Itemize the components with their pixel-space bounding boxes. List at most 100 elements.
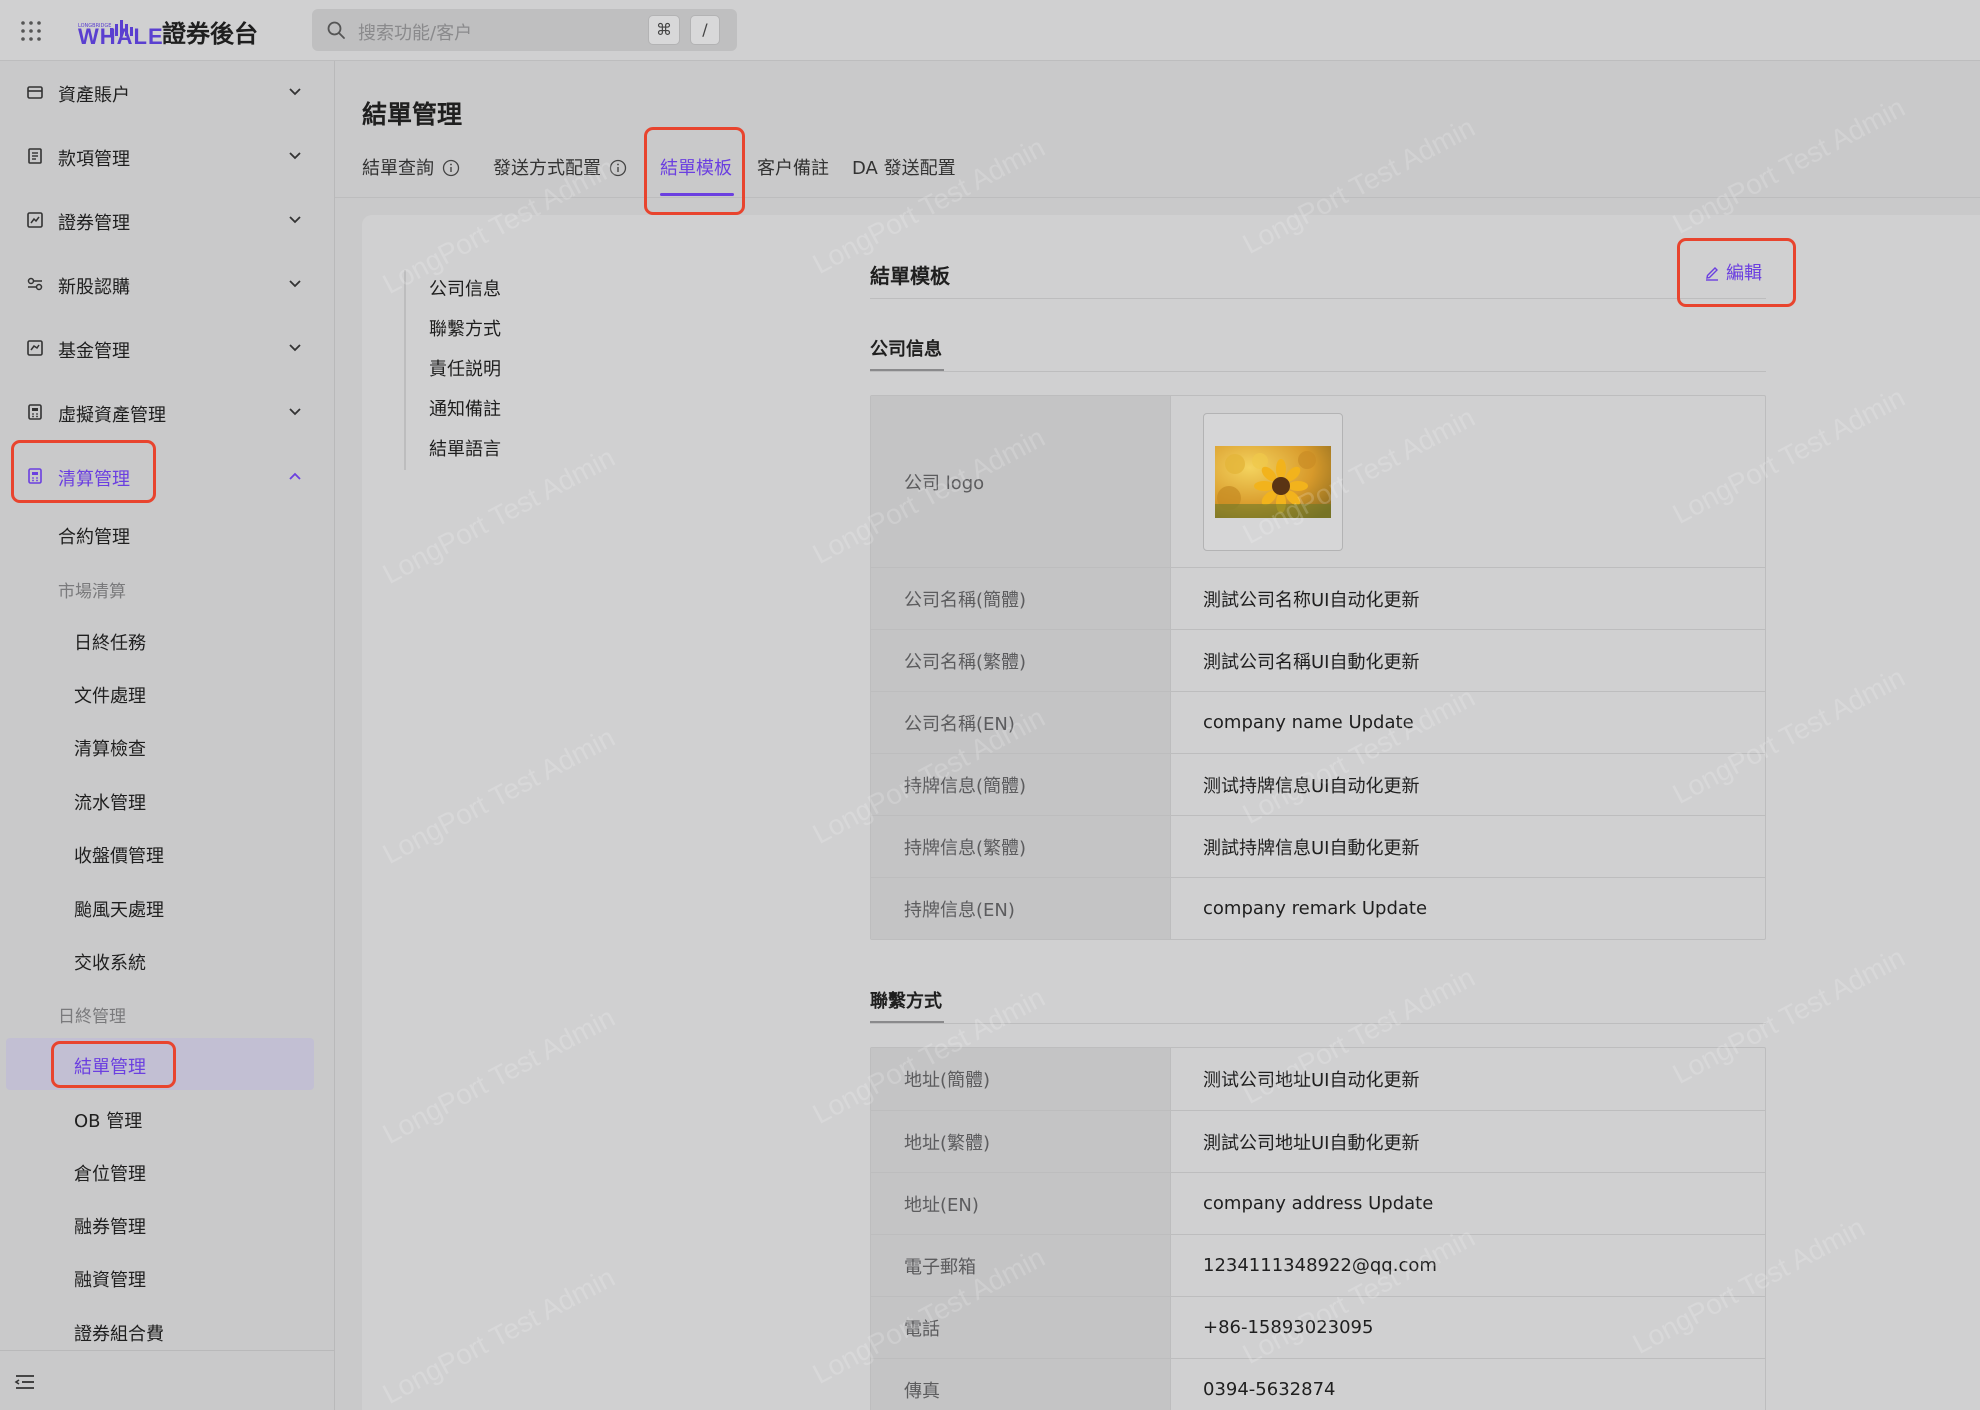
row-value: +86-15893023095 [1203,1317,1374,1338]
row-value: 测试持牌信息UI自动化更新 [1203,775,1420,797]
sidebar-divider [0,1350,335,1351]
sidebar-sub-clearing-check[interactable]: 清算檢查 [74,735,146,775]
highlight-box-edit [1677,238,1796,307]
table-row: 電子郵箱 1234111348922@qq.com [871,1234,1765,1296]
table-row: 持牌信息(簡體) 测试持牌信息UI自动化更新 [871,753,1765,815]
row-label: 持牌信息(EN) [871,878,1171,939]
tab-client-remarks[interactable]: 客户備註 [757,154,829,180]
sidebar-group-eod: 日終管理 [58,1007,126,1027]
apps-grid-icon[interactable] [20,20,42,42]
sidebar-sub-file-process[interactable]: 文件處理 [74,682,146,722]
tab-label: 發送方式配置 [493,158,601,179]
anchor-nav-rail [404,270,406,470]
anchor-responsibility[interactable]: 責任説明 [429,355,501,381]
search-placeholder: 搜索功能/客户 [358,23,473,44]
tab-da-send-config[interactable]: DA 發送配置 [852,154,956,180]
anchor-language[interactable]: 結單語言 [429,435,501,461]
table-row: 公司名稱(EN) company name Update [871,691,1765,753]
sidebar-item-fund-management[interactable]: 基金管理 [0,321,335,377]
sidebar-sub-portfolio-fee[interactable]: 證券組合費 [74,1320,164,1360]
info-icon[interactable] [609,159,627,177]
tab-statement-query[interactable]: 結單查詢 [362,154,460,180]
chevron-down-icon [289,408,301,416]
highlight-box-clearing [11,440,156,503]
sidebar-item-label: 資產賬户 [58,85,130,106]
sidebar-sub-eod-task[interactable]: 日終任務 [74,629,146,669]
sidebar-group-market-clearing: 市場清算 [58,582,126,602]
subsection-divider [870,371,1766,372]
company-logo-preview[interactable] [1203,412,1343,551]
app-title: 證券後台 [162,20,258,48]
chevron-down-icon [289,216,301,224]
sidebar-sub-position-manage[interactable]: 倉位管理 [74,1160,146,1200]
anchor-company-info[interactable]: 公司信息 [429,275,501,301]
sidebar-sub-sec-lending[interactable]: 融券管理 [74,1213,146,1253]
row-label: 地址(繁體) [871,1111,1171,1172]
table-row: 傳真 0394-5632874 [871,1358,1765,1410]
row-label: 地址(EN) [871,1173,1171,1234]
row-label: 公司名稱(繁體) [871,630,1171,691]
tab-label: 結單查詢 [362,158,434,179]
collapse-menu-icon[interactable] [14,1372,36,1392]
table-row: 電話 +86-15893023095 [871,1296,1765,1358]
table-row: 公司 logo [871,396,1765,567]
subsection-divider [870,1023,1766,1024]
subscribe-icon [27,277,43,291]
sidebar-sub-ob-manage[interactable]: OB 管理 [74,1107,142,1147]
sidebar-sub-settlement-system[interactable]: 交收系統 [74,949,146,989]
sidebar-item-virtual-assets[interactable]: 虛擬資產管理 [0,385,335,441]
chevron-down-icon [289,152,301,160]
sidebar-sub-flow-manage[interactable]: 流水管理 [74,789,146,829]
sidebar-sub-contract[interactable]: 合約管理 [58,523,130,563]
table-row: 地址(簡體) 测试公司地址UI自动化更新 [871,1048,1765,1110]
sidebar-sub-typhoon[interactable]: 颱風天處理 [74,896,164,936]
sidebar-item-label: 新股認購 [58,277,130,298]
highlight-box-statement-manage [51,1041,176,1088]
row-value: company remark Update [1203,898,1428,919]
sidebar-item-label: 虛擬資產管理 [58,405,166,426]
calculator-icon [28,404,42,420]
sidebar-item-label: 證券管理 [58,213,130,234]
row-value: 1234111348922@qq.com [1203,1255,1437,1276]
global-search[interactable]: 搜索功能/客户 ⌘ / [312,9,737,51]
table-row: 持牌信息(EN) company remark Update [871,877,1765,939]
contact-table: 地址(簡體) 测试公司地址UI自动化更新 地址(繁體) 測試公司地址UI自動化更… [870,1047,1766,1410]
highlight-box-template-tab [644,127,745,215]
row-value: 測試公司名稱UI自動化更新 [1203,651,1420,673]
row-label: 地址(簡體) [871,1048,1171,1110]
company-info-title: 公司信息 [870,339,942,360]
top-bar: LONGBRIDGE WHALE 證券後台 搜索功能/客户 ⌘ / [0,0,1980,61]
section-title: 結單模板 [870,264,950,288]
chart-box-icon [27,212,43,228]
row-label: 電話 [871,1297,1171,1358]
tab-send-config[interactable]: 發送方式配置 [493,154,627,180]
sidebar-item-funds[interactable]: 款項管理 [0,129,335,185]
info-icon[interactable] [442,159,460,177]
anchor-notice[interactable]: 通知備註 [429,395,501,421]
chevron-down-icon [289,88,301,96]
sidebar-item-ipo[interactable]: 新股認購 [0,257,335,313]
sidebar-item-label: 基金管理 [58,341,130,362]
sidebar-item-asset-accounts[interactable]: 資產賬户 [0,65,335,121]
shortcut-cmd-key: ⌘ [648,15,680,45]
row-value: company address Update [1203,1193,1434,1214]
chevron-down-icon [289,280,301,288]
chevron-up-icon [289,472,301,480]
row-value [1171,396,1765,567]
sidebar-item-securities[interactable]: 證券管理 [0,193,335,249]
row-label: 公司名稱(EN) [871,692,1171,753]
section-divider [870,298,1766,299]
row-label: 公司名稱(簡體) [871,568,1171,629]
table-row: 公司名稱(繁體) 測試公司名稱UI自動化更新 [871,629,1765,691]
row-value: 0394-5632874 [1203,1379,1336,1400]
row-label: 持牌信息(簡體) [871,754,1171,815]
table-row: 地址(繁體) 測試公司地址UI自動化更新 [871,1110,1765,1172]
row-label: 傳真 [871,1359,1171,1410]
sidebar-sub-margin-financing[interactable]: 融資管理 [74,1266,146,1306]
sidebar-sub-close-price[interactable]: 收盤價管理 [74,842,164,882]
table-row: 公司名稱(簡體) 測試公司名称UI自动化更新 [871,567,1765,629]
row-value: company name Update [1203,712,1414,733]
sunflower-image [1215,445,1331,518]
anchor-contact[interactable]: 聯繫方式 [429,315,501,341]
search-icon [327,21,345,39]
